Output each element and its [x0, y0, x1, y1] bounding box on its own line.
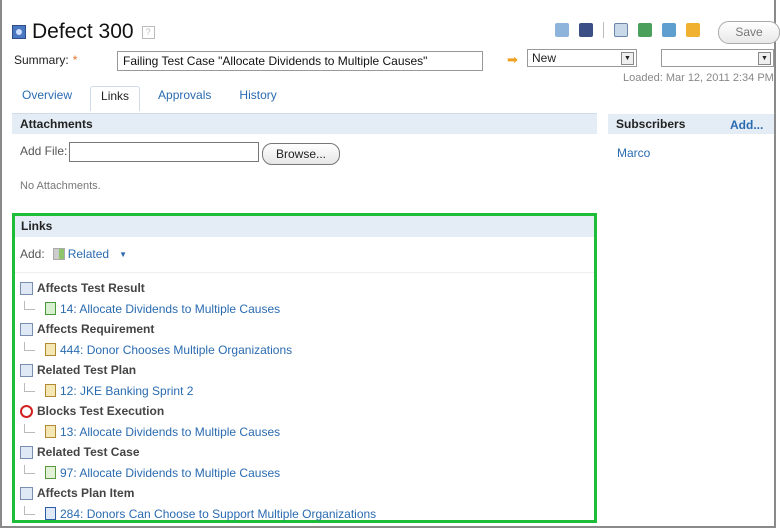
link-group-title: Blocks Test Execution	[20, 401, 376, 422]
attachments-header: Attachments	[12, 114, 597, 134]
chevron-down-icon: ▼	[758, 52, 771, 65]
add-link-label: Add:	[20, 247, 45, 261]
add-subscriber-link[interactable]: Add...	[730, 118, 763, 132]
required-marker: *	[72, 53, 78, 67]
link-group-title: Affects Requirement	[20, 319, 376, 340]
tree-elbow	[24, 465, 35, 475]
affects-requirement-icon	[20, 322, 33, 336]
toolbar	[555, 22, 700, 38]
link-item: 12: JKE Banking Sprint 2	[20, 381, 376, 402]
state-select[interactable]: New ▼	[527, 49, 637, 67]
resolution-select[interactable]: ▼	[661, 49, 774, 67]
defect-icon	[12, 25, 26, 39]
test-case-icon	[45, 466, 56, 480]
chevron-down-icon: ▼	[621, 52, 634, 65]
summary-input[interactable]	[117, 51, 483, 71]
links-section: Links Add: Related ▼ Affects Test Result…	[12, 213, 597, 523]
link-item-text[interactable]: 97: Allocate Dividends to Multiple Cause…	[60, 466, 280, 480]
add-link-row: Add: Related ▼	[20, 247, 127, 261]
save-button[interactable]: Save	[718, 21, 780, 44]
tab-overview[interactable]: Overview	[12, 86, 82, 110]
title-row: Defect 300 ?	[12, 20, 155, 44]
test-execution-icon	[45, 425, 56, 439]
print-icon[interactable]	[555, 23, 569, 37]
page-title: Defect 300	[32, 20, 134, 43]
duplicate-icon[interactable]	[686, 23, 700, 37]
requirement-icon	[45, 343, 56, 357]
add-subscriber-icon[interactable]	[638, 23, 652, 37]
tree-elbow	[24, 301, 35, 311]
snapshot-icon[interactable]	[579, 23, 593, 37]
summary-label-text: Summary:	[14, 53, 69, 67]
no-attachments-text: No Attachments.	[20, 180, 101, 192]
add-file-label: Add File:	[20, 144, 68, 158]
link-item-text[interactable]: 12: JKE Banking Sprint 2	[60, 384, 193, 398]
link-item-text[interactable]: 444: Donor Chooses Multiple Organization…	[60, 343, 292, 357]
test-result-icon	[45, 302, 56, 316]
tab-history[interactable]: History	[229, 86, 286, 110]
affects-plan-item-icon	[20, 486, 33, 500]
affects-test-result-icon	[20, 281, 33, 295]
tab-links[interactable]: Links	[90, 86, 141, 111]
tree-elbow	[24, 383, 35, 393]
add-related-label: Related	[67, 247, 110, 261]
link-item: 97: Allocate Dividends to Multiple Cause…	[20, 463, 376, 484]
tree-elbow	[24, 506, 35, 516]
toolbar-separator	[603, 22, 604, 38]
link-item: 284: Donors Can Choose to Support Multip…	[20, 504, 376, 525]
loaded-timestamp: Loaded: Mar 12, 2011 2:34 PM	[623, 72, 774, 84]
add-related-button[interactable]: Related	[52, 247, 110, 261]
summary-label: Summary: *	[14, 53, 77, 67]
arrow-right-icon: ➡	[507, 52, 518, 67]
link-groups: Affects Test Result 14: Allocate Dividen…	[20, 278, 376, 524]
subscriber-item[interactable]: Marco	[617, 146, 650, 160]
tree-elbow	[24, 424, 35, 434]
browse-button[interactable]: Browse...	[262, 143, 340, 165]
file-input[interactable]	[69, 142, 259, 162]
link-item: 13: Allocate Dividends to Multiple Cause…	[20, 422, 376, 443]
help-icon[interactable]: ?	[141, 25, 155, 39]
related-link-icon	[52, 248, 65, 260]
link-group-title: Related Test Plan	[20, 360, 376, 381]
link-item-text[interactable]: 284: Donors Can Choose to Support Multip…	[60, 507, 376, 521]
plan-item-icon	[45, 507, 56, 521]
state-value: New	[532, 51, 557, 65]
related-test-plan-icon	[20, 363, 33, 377]
link-group-title: Affects Plan Item	[20, 483, 376, 504]
link-type-dropdown-icon[interactable]: ▼	[119, 250, 127, 259]
links-header: Links	[15, 216, 594, 237]
tree-elbow	[24, 342, 35, 352]
link-item: 14: Allocate Dividends to Multiple Cause…	[20, 299, 376, 320]
refresh-workitem-icon[interactable]	[662, 23, 676, 37]
link-item: 444: Donor Chooses Multiple Organization…	[20, 340, 376, 361]
related-test-case-icon	[20, 445, 33, 459]
link-group-title: Related Test Case	[20, 442, 376, 463]
blocks-icon	[20, 404, 33, 418]
link-item-text[interactable]: 14: Allocate Dividends to Multiple Cause…	[60, 302, 280, 316]
tab-bar: Overview Links Approvals History	[12, 86, 295, 111]
divider	[15, 272, 594, 273]
link-group-title: Affects Test Result	[20, 278, 376, 299]
link-item-text[interactable]: 13: Allocate Dividends to Multiple Cause…	[60, 425, 280, 439]
find-related-icon[interactable]	[614, 23, 628, 37]
tab-approvals[interactable]: Approvals	[148, 86, 221, 110]
test-plan-icon	[45, 384, 56, 398]
